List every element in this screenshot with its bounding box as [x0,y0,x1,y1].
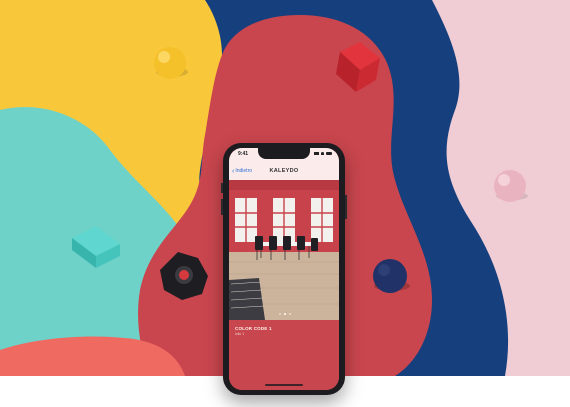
pager-dot [289,313,291,315]
room-photo[interactable] [229,180,339,320]
pager-dot-active [284,313,286,315]
nav-bar: ‹ Indietro KALEYDO [229,160,339,181]
hero-scene: 9:41 ‹ Indietro KALEYDO COLOR CODE 1 lol… [0,0,570,407]
status-time: 9:41 [238,151,249,157]
room-photo-image [229,180,339,320]
color-info-panel: COLOR CODE 1 lollo 1 [229,320,339,390]
pager-dot [279,313,281,315]
phone-notch [258,148,310,159]
phone-mockup: 9:41 ‹ Indietro KALEYDO COLOR CODE 1 lol… [221,143,347,395]
color-name: COLOR CODE 1 [235,326,272,331]
status-icons [314,152,332,155]
home-indicator[interactable] [265,384,303,386]
battery-icon [326,152,332,155]
nav-title: KALEYDO [269,168,299,174]
signal-icon [314,152,319,155]
color-code: lollo 1 [235,332,245,336]
wifi-icon [321,152,324,155]
photo-pager [279,313,291,315]
phone-screen: 9:41 ‹ Indietro KALEYDO COLOR CODE 1 lol… [229,148,339,390]
